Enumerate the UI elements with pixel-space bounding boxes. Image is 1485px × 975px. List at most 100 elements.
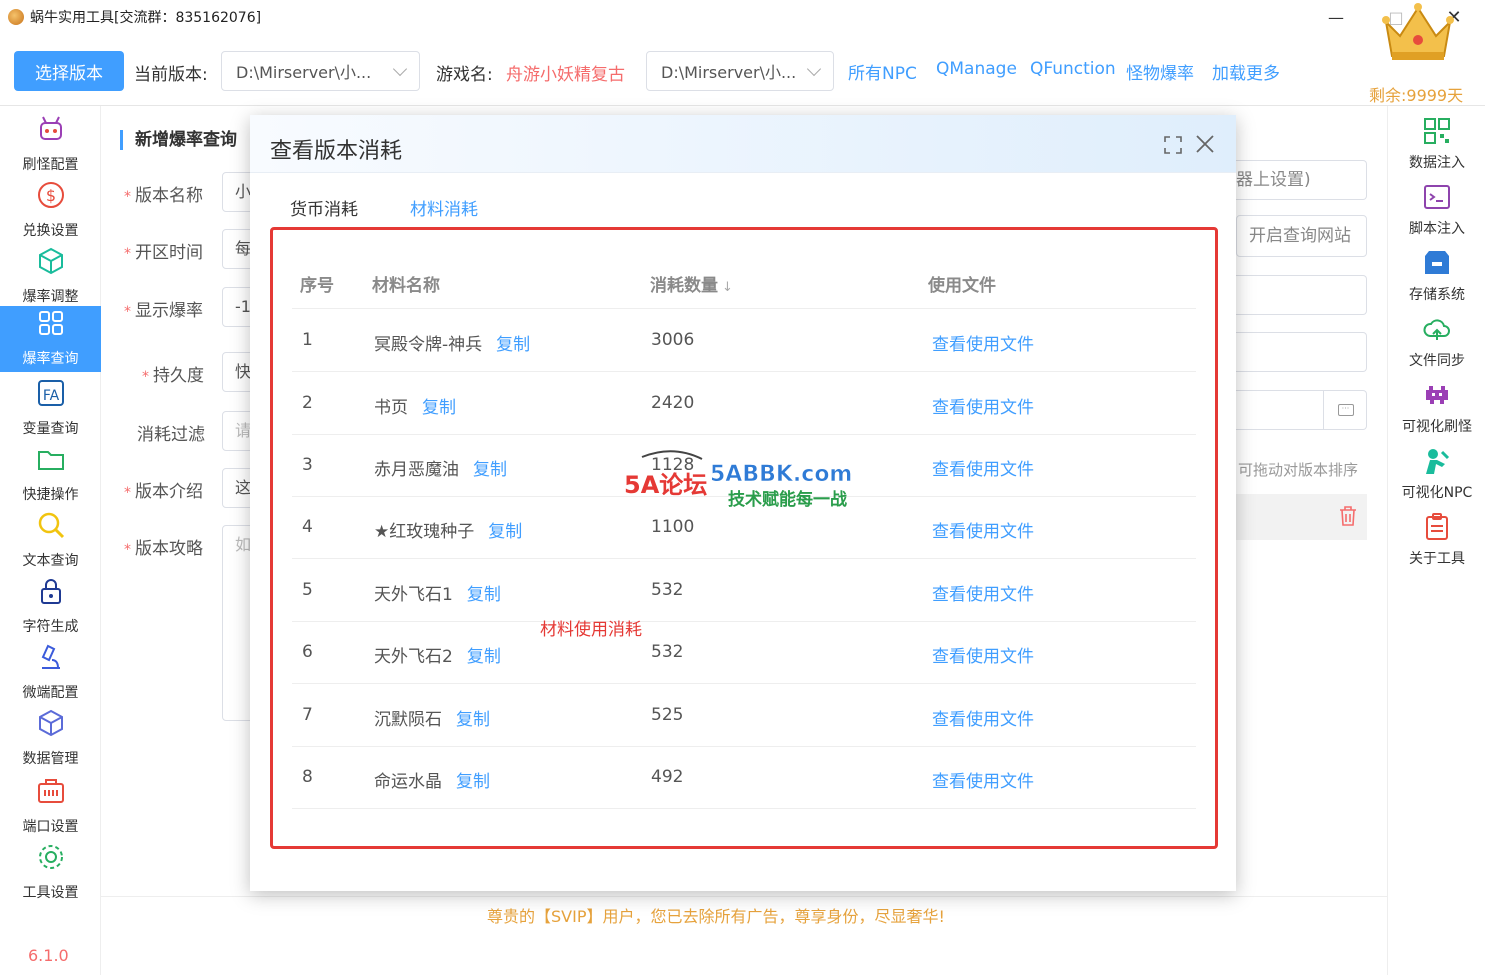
window-title: 蜗牛实用工具[交流群：835162076] xyxy=(30,10,262,26)
dialog-header: 查看版本消耗 xyxy=(250,115,1236,173)
link-qfunction[interactable]: QFunction xyxy=(1030,59,1116,79)
sidebar-item-label: 快捷操作 xyxy=(22,487,79,503)
sidebar-item-exchange[interactable]: $ 兑换设置 xyxy=(0,178,101,244)
sidebar-item-tool-settings[interactable]: 工具设置 xyxy=(0,840,101,906)
site-domain-text: 5ABBK.com xyxy=(710,462,852,487)
robot-icon xyxy=(40,116,62,140)
copy-link[interactable]: 复制 xyxy=(473,460,507,480)
terminal-icon xyxy=(1424,185,1450,209)
table-header: 序号 材料名称 消耗数量 ↓ 使用文件 xyxy=(292,255,1196,309)
row-quantity: 532 xyxy=(651,642,684,662)
copy-link[interactable]: 复制 xyxy=(496,335,530,355)
sidebar-item-text-query[interactable]: 文本查询 xyxy=(0,508,101,574)
sidebar-item-visual-npc[interactable]: 可视化NPC xyxy=(1388,440,1485,506)
link-load-more[interactable]: 加载更多 xyxy=(1212,59,1280,84)
row-quantity: 2420 xyxy=(651,393,695,413)
copy-link[interactable]: 复制 xyxy=(488,522,522,542)
minimize-button[interactable]: — xyxy=(1306,0,1366,34)
select-version-button[interactable]: 选择版本 xyxy=(14,51,124,91)
gear-icon xyxy=(39,845,63,869)
sidebar-item-label: 爆率查询 xyxy=(22,351,79,367)
sidebar-item-label: 兑换设置 xyxy=(22,223,79,239)
sidebar-item-variable-query[interactable]: FA 变量查询 xyxy=(0,376,101,442)
sidebar-item-storage[interactable]: 存储系统 xyxy=(1388,242,1485,308)
link-monster-droprate[interactable]: 怪物爆率 xyxy=(1126,59,1194,84)
site-slogan-text: 技术赋能每一战 xyxy=(728,489,847,510)
field-durability-label: * 持久度 xyxy=(142,366,204,386)
sort-desc-icon[interactable]: ↓ xyxy=(722,280,733,295)
site-logo-text: 5A论坛 xyxy=(624,471,707,499)
sidebar-item-script-inject[interactable]: 脚本注入 xyxy=(1388,176,1485,242)
table-row: 2 书页 复制 2420 查看使用文件 xyxy=(292,373,1196,435)
view-used-files-link[interactable]: 查看使用文件 xyxy=(932,393,1034,418)
column-header-quantity[interactable]: 消耗数量 ↓ xyxy=(650,271,733,296)
copy-link[interactable]: 复制 xyxy=(456,772,490,792)
svg-text:FA: FA xyxy=(43,388,60,404)
view-used-files-link[interactable]: 查看使用文件 xyxy=(932,580,1034,605)
sidebar-item-data-manage[interactable]: 数据管理 xyxy=(0,706,101,772)
view-used-files-link[interactable]: 查看使用文件 xyxy=(932,517,1034,542)
row-material-name: 赤月恶魔油 复制 xyxy=(374,460,507,480)
sidebar-item-about[interactable]: 关于工具 xyxy=(1388,506,1485,572)
copy-link[interactable]: 复制 xyxy=(467,585,501,605)
row-index: 2 xyxy=(302,393,313,413)
lock-icon xyxy=(41,579,61,604)
sidebar-item-label: 可视化刷怪 xyxy=(1402,419,1472,435)
sidebar-item-port-settings[interactable]: 端口设置 xyxy=(0,774,101,840)
view-used-files-link[interactable]: 查看使用文件 xyxy=(932,767,1034,792)
open-query-site-button[interactable]: 开启查询网站 xyxy=(1236,215,1367,257)
link-all-npc[interactable]: 所有NPC xyxy=(848,59,917,84)
row-material-name: ★红玫瑰种子 复制 xyxy=(374,522,523,542)
row-index: 1 xyxy=(302,330,313,350)
sidebar-item-data-inject[interactable]: 数据注入 xyxy=(1388,110,1485,176)
server-path-value: D:\Mirserver\小... xyxy=(661,63,797,82)
field-version-intro-label: * 版本介绍 xyxy=(124,482,203,502)
sidebar-item-label: 脚本注入 xyxy=(1409,221,1465,237)
copy-link[interactable]: 复制 xyxy=(456,710,490,730)
row-material-name: 冥殿令牌-神兵 复制 xyxy=(374,335,531,355)
table-row: 5 天外飞石1 复制 532 查看使用文件 xyxy=(292,560,1196,622)
sidebar-item-char-gen[interactable]: 字符生成 xyxy=(0,574,101,640)
storage-icon xyxy=(1425,251,1449,274)
right-input-2[interactable] xyxy=(1236,332,1367,372)
sidebar-item-rate-query[interactable]: 爆率查询 xyxy=(0,306,101,372)
game-name-label: 游戏名: xyxy=(436,65,493,85)
copy-link[interactable]: 复制 xyxy=(467,647,501,667)
sidebar-item-label: 工具设置 xyxy=(22,885,79,901)
right-input-1[interactable] xyxy=(1236,275,1367,315)
app-version: 6.1.0 xyxy=(28,946,69,965)
ellipsis-icon: ··· xyxy=(1337,404,1354,416)
sidebar-item-quick-ops[interactable]: 快捷操作 xyxy=(0,442,101,508)
sidebar-item-label: 关于工具 xyxy=(1409,551,1465,567)
view-used-files-link[interactable]: 查看使用文件 xyxy=(932,642,1034,667)
qr-icon xyxy=(1424,118,1450,144)
server-path-select[interactable]: D:\Mirserver\小... xyxy=(646,51,834,91)
sidebar-item-label: 文本查询 xyxy=(22,553,79,569)
link-qmanage[interactable]: QManage xyxy=(936,59,1017,79)
view-used-files-link[interactable]: 查看使用文件 xyxy=(932,705,1034,730)
sidebar-item-visual-spawn[interactable]: 可视化刷怪 xyxy=(1388,374,1485,440)
dollar-icon: $ xyxy=(38,182,64,208)
fullscreen-icon[interactable] xyxy=(1164,136,1182,154)
field-show-rate-label: * 显示爆率 xyxy=(124,301,203,321)
sidebar-item-file-sync[interactable]: 文件同步 xyxy=(1388,308,1485,374)
current-version-select[interactable]: D:\Mirserver\小... xyxy=(221,51,420,91)
close-icon[interactable] xyxy=(1194,133,1216,155)
more-dots-button[interactable]: ··· xyxy=(1323,391,1367,429)
server-setting-field[interactable]: 器上设置) xyxy=(1236,160,1367,200)
game-name-value: 舟游小妖精复古 xyxy=(506,65,625,85)
npc-icon xyxy=(1426,449,1450,474)
column-header-index: 序号 xyxy=(300,276,334,296)
view-used-files-link[interactable]: 查看使用文件 xyxy=(932,330,1034,355)
tab-currency-consumption[interactable]: 货币消耗 xyxy=(290,195,358,220)
copy-link[interactable]: 复制 xyxy=(422,398,456,418)
sidebar-item-rate-adjust[interactable]: 爆率调整 xyxy=(0,244,101,310)
sidebar-item-spawn-config[interactable]: 刷怪配置 xyxy=(0,112,101,178)
trash-icon[interactable] xyxy=(1338,505,1358,527)
tab-material-consumption[interactable]: 材料消耗 xyxy=(410,195,478,220)
row-material-name: 天外飞石2 复制 xyxy=(374,647,501,667)
view-used-files-link[interactable]: 查看使用文件 xyxy=(932,455,1034,480)
sidebar-item-micro-config[interactable]: 微端配置 xyxy=(0,640,101,706)
row-material-name: 命运水晶 复制 xyxy=(374,772,490,792)
toolbar: 选择版本 当前版本: D:\Mirserver\小... 游戏名: 舟游小妖精复… xyxy=(0,34,1485,106)
